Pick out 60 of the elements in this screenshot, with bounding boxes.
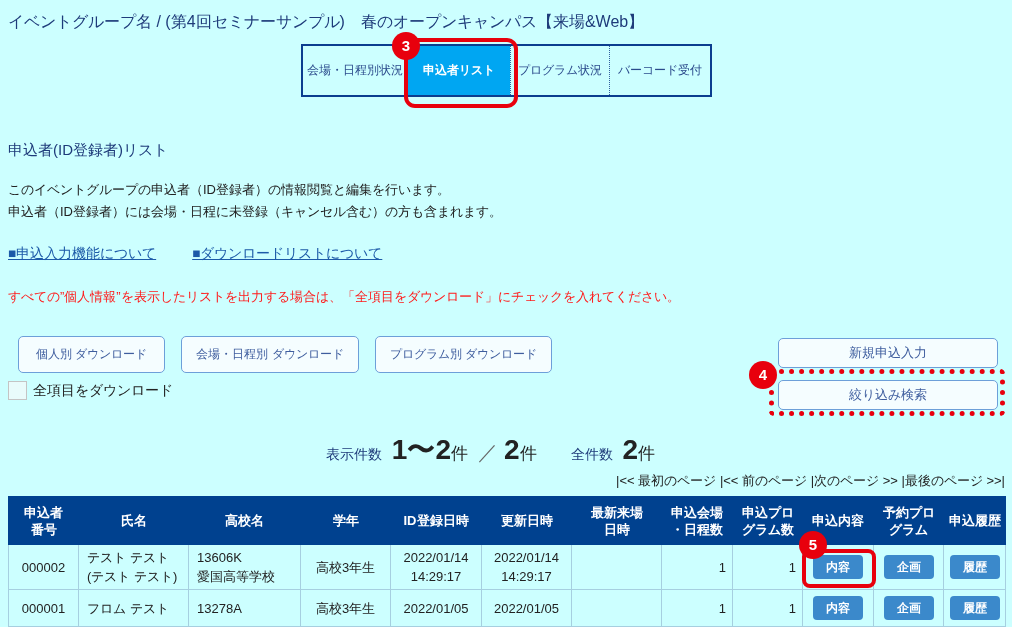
filter-search-button[interactable]: 絞り込み検索: [778, 380, 998, 410]
table-cell: 2022/01/14 14:29:17: [390, 544, 482, 590]
column-header: 更新日時: [481, 496, 572, 545]
section-title: 申込者(ID登録者)リスト: [8, 140, 168, 160]
download-button[interactable]: プログラム別 ダウンロード: [375, 336, 552, 373]
programs-button[interactable]: 企画: [883, 596, 934, 620]
table-cell: 高校3年生: [300, 589, 391, 627]
nav-tab[interactable]: バーコード受付: [610, 46, 710, 95]
table-cell: 高校3年生: [300, 544, 391, 590]
column-header: 申込履歴: [943, 496, 1006, 545]
table-cell: 1: [661, 589, 733, 627]
table-cell: 000001: [8, 589, 79, 627]
column-header: 申込者 番号: [8, 496, 79, 545]
table-cell: 000002: [8, 544, 79, 590]
table-cell: 13278A: [188, 589, 301, 627]
step-number: 3: [392, 32, 420, 60]
page-title: イベントグループ名 / (第4回セミナーサンプル) 春のオープンキャンパス【来場&Web】: [8, 13, 645, 31]
description-text: 申込者（ID登録者）には会場・日程に未登録（キャンセル含む）の方も含まれます。: [8, 203, 502, 221]
column-header: ID登録日時: [390, 496, 482, 545]
pagination-text: |<< 最初のページ |<< 前のページ |次のページ >> |最後のページ >>|: [616, 472, 1005, 490]
help-link[interactable]: ■ダウンロードリストについて: [192, 244, 383, 264]
column-header: 予約プロ グラム: [873, 496, 944, 545]
count-value: 2: [504, 433, 520, 467]
history-button[interactable]: 履歴: [949, 596, 1000, 620]
count-unit: 件: [638, 444, 656, 465]
column-header: 申込プロ グラム数: [732, 496, 803, 545]
table-cell: 1: [732, 589, 803, 627]
column-header: 最新来場 日時: [571, 496, 662, 545]
count-label: 表示件数: [325, 446, 382, 464]
details-button[interactable]: 内容: [813, 555, 863, 579]
count-unit: 件: [519, 444, 537, 465]
table-cell: 2022/01/14 14:29:17: [481, 544, 572, 590]
warning-text: すべての”個人情報”を表示したリストを出力する場合は、「全項目をダウンロード」にチェックを入れてください。: [8, 288, 680, 306]
count-value: 2: [622, 433, 639, 467]
history-button[interactable]: 履歴: [949, 555, 1000, 579]
count-value: 1〜2: [391, 433, 451, 467]
description-text: このイベントグループの申込者（ID登録者）の情報閲覧と編集を行います。: [8, 181, 450, 199]
programs-button[interactable]: 企画: [883, 555, 934, 579]
table-cell: 13606K 愛国高等学校: [188, 544, 301, 590]
column-header: 高校名: [188, 496, 301, 545]
checkbox-label: 全項目をダウンロード: [33, 381, 173, 400]
table-cell: テスト テスト (テスト テスト): [78, 544, 189, 590]
step-number: 4: [749, 361, 777, 389]
table-cell: 2022/01/05: [481, 589, 572, 627]
count-separator: ／: [478, 440, 498, 465]
checkbox[interactable]: [8, 381, 27, 400]
column-header: 氏名: [78, 496, 189, 545]
help-link[interactable]: ■申込入力機能について: [8, 244, 157, 264]
count-label: 全件数: [570, 446, 613, 464]
table-cell: 1: [661, 544, 733, 590]
nav-tab[interactable]: プログラム状況: [511, 46, 609, 95]
table-cell: フロム テスト: [78, 589, 189, 627]
new-entry-button[interactable]: 新規申込入力: [778, 338, 998, 368]
count-unit: 件: [451, 444, 468, 465]
table-cell: 2022/01/05: [390, 589, 482, 627]
download-button[interactable]: 会場・日程別 ダウンロード: [181, 336, 359, 373]
download-button[interactable]: 個人別 ダウンロード: [18, 336, 165, 373]
details-button[interactable]: 内容: [813, 596, 863, 620]
column-header: 申込会場 ・日程数: [661, 496, 733, 545]
column-header: 学年: [300, 496, 391, 545]
